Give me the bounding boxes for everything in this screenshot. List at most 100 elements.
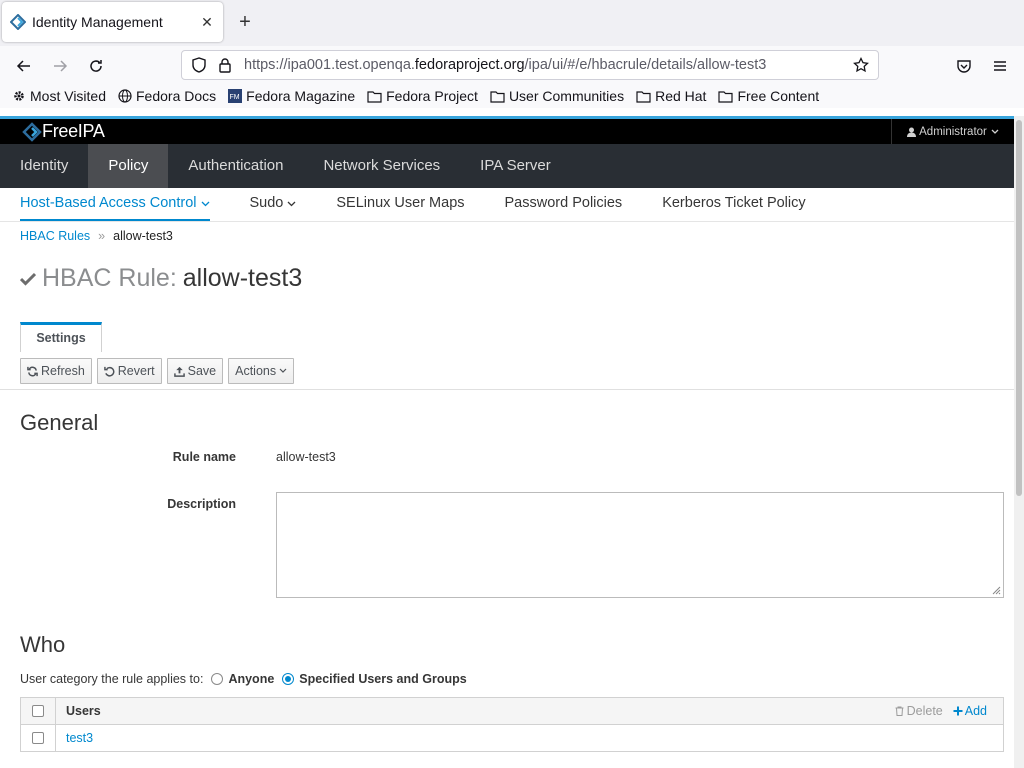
- rule-name-value: allow-test3: [276, 450, 336, 464]
- bookmark-most-visited[interactable]: Most Visited: [12, 88, 106, 104]
- subnav-password-policies[interactable]: Password Policies: [505, 188, 623, 221]
- chevron-down-icon: [991, 129, 999, 134]
- svg-text:FM: FM: [230, 94, 240, 101]
- radio-specified[interactable]: [282, 673, 295, 685]
- browser-tab[interactable]: Identity Management ✕: [2, 2, 223, 42]
- main-content: HBAC Rules » allow-test3 HBAC Rule: allo…: [0, 222, 1014, 768]
- table-row: test3: [21, 725, 1003, 751]
- page-title-type: HBAC Rule:: [42, 264, 177, 292]
- plus-icon: [953, 706, 963, 716]
- shield-icon[interactable]: [190, 56, 208, 74]
- column-users: Users: [66, 704, 101, 718]
- nav-policy[interactable]: Policy: [88, 144, 169, 188]
- browser-navbar: https://ipa001.test.openqa.fedoraproject…: [0, 46, 1024, 84]
- bookmark-fedora-docs[interactable]: Fedora Docs: [118, 88, 216, 104]
- app-header: FreeIPA Administrator: [0, 116, 1014, 144]
- chevron-down-icon: [201, 201, 209, 207]
- radio-specified-label[interactable]: Specified Users and Groups: [299, 672, 466, 686]
- section-who-title: Who: [20, 632, 66, 657]
- radio-anyone-label[interactable]: Anyone: [228, 672, 274, 686]
- toolbar: Refresh Revert Save Actions: [20, 358, 299, 384]
- bookmark-star-icon[interactable]: [852, 57, 870, 73]
- secondary-nav: Host-Based Access Control Sudo SELinux U…: [0, 188, 1014, 222]
- subnav-hbac[interactable]: Host-Based Access Control: [20, 188, 210, 221]
- check-icon: [20, 272, 36, 286]
- bookmark-free-content[interactable]: Free Content: [718, 88, 819, 104]
- subnav-kerberos-ticket-policy[interactable]: Kerberos Ticket Policy: [662, 188, 805, 221]
- nav-identity[interactable]: Identity: [0, 144, 88, 188]
- page-scrollbar[interactable]: [1014, 116, 1024, 768]
- lock-icon[interactable]: [216, 56, 234, 74]
- user-category: User category the rule applies to: Anyon…: [20, 672, 467, 686]
- chevron-down-icon: [287, 201, 296, 207]
- globe-icon: [118, 89, 132, 103]
- breadcrumb-current: allow-test3: [113, 229, 173, 243]
- scrollbar-thumb[interactable]: [1016, 120, 1022, 496]
- browser-tabbar: Identity Management ✕ +: [0, 0, 1024, 46]
- select-all-checkbox[interactable]: [32, 705, 44, 717]
- description-label: Description: [167, 497, 236, 511]
- bookmark-fedora-magazine[interactable]: FM Fedora Magazine: [228, 88, 355, 104]
- breadcrumb: HBAC Rules » allow-test3: [20, 229, 173, 243]
- bookmarks-bar: Most Visited Fedora Docs FM Fedora Magaz…: [0, 84, 1024, 108]
- facet-tabs: Settings: [20, 322, 102, 352]
- refresh-button[interactable]: Refresh: [20, 358, 92, 384]
- address-bar[interactable]: https://ipa001.test.openqa.fedoraproject…: [181, 50, 879, 80]
- new-tab-icon[interactable]: +: [234, 11, 256, 33]
- user-category-label: User category the rule applies to:: [20, 672, 204, 686]
- actions-dropdown[interactable]: Actions: [228, 358, 295, 384]
- resize-grip-icon[interactable]: [992, 586, 1001, 595]
- back-arrow-icon[interactable]: [13, 55, 35, 77]
- table-header: Users Delete Add: [21, 698, 1003, 725]
- url-text[interactable]: https://ipa001.test.openqa.fedoraproject…: [244, 57, 852, 73]
- pocket-icon[interactable]: [953, 55, 975, 77]
- add-button[interactable]: Add: [953, 704, 987, 718]
- bookmark-fedora-project[interactable]: Fedora Project: [367, 88, 478, 104]
- gear-icon: [14, 91, 24, 101]
- breadcrumb-hbac-rules[interactable]: HBAC Rules: [20, 229, 90, 243]
- refresh-icon: [27, 366, 38, 376]
- subnav-sudo[interactable]: Sudo: [250, 188, 297, 221]
- folder-icon: [367, 90, 382, 103]
- delete-button[interactable]: Delete: [895, 704, 943, 718]
- subnav-selinux-user-maps[interactable]: SELinux User Maps: [336, 188, 464, 221]
- forward-arrow-icon[interactable]: [49, 55, 71, 77]
- section-general-title: General: [20, 410, 99, 435]
- upload-icon: [173, 366, 185, 377]
- undo-icon: [103, 366, 115, 377]
- user-menu[interactable]: Administrator: [891, 119, 1014, 144]
- user-icon: [907, 127, 917, 137]
- description-textarea[interactable]: [276, 492, 1004, 598]
- primary-nav: Identity Policy Authentication Network S…: [0, 144, 1014, 188]
- save-button[interactable]: Save: [166, 358, 224, 384]
- chevron-down-icon: [279, 368, 287, 373]
- freeipa-logo-icon: [22, 121, 42, 142]
- toolbar-divider: [0, 389, 1014, 390]
- users-table: Users Delete Add test3: [20, 697, 1004, 752]
- nav-network-services[interactable]: Network Services: [303, 144, 460, 188]
- radio-anyone[interactable]: [211, 673, 224, 685]
- close-tab-icon[interactable]: ✕: [199, 14, 215, 31]
- nav-authentication[interactable]: Authentication: [168, 144, 303, 188]
- rule-name-label: Rule name: [172, 450, 236, 464]
- folder-icon: [636, 90, 651, 103]
- page-title-name: allow-test3: [182, 264, 303, 292]
- bookmark-red-hat[interactable]: Red Hat: [636, 88, 706, 104]
- hamburger-menu-icon[interactable]: [989, 55, 1011, 77]
- page-title: HBAC Rule: allow-test3: [20, 264, 302, 293]
- folder-icon: [490, 90, 505, 103]
- row-checkbox[interactable]: [32, 732, 44, 744]
- bookmark-user-communities[interactable]: User Communities: [490, 88, 624, 104]
- tab-settings[interactable]: Settings: [20, 322, 102, 352]
- user-link[interactable]: test3: [66, 731, 93, 745]
- tab-title: Identity Management: [32, 14, 163, 30]
- reload-icon[interactable]: [85, 55, 107, 77]
- folder-icon: [718, 90, 734, 103]
- freeipa-favicon-icon: [10, 14, 26, 30]
- revert-button[interactable]: Revert: [96, 358, 162, 384]
- breadcrumb-separator: »: [98, 229, 106, 243]
- nav-ipa-server[interactable]: IPA Server: [460, 144, 571, 188]
- fm-icon: FM: [228, 89, 243, 103]
- trash-icon: [895, 706, 904, 716]
- freeipa-logo[interactable]: FreeIPA: [22, 121, 105, 142]
